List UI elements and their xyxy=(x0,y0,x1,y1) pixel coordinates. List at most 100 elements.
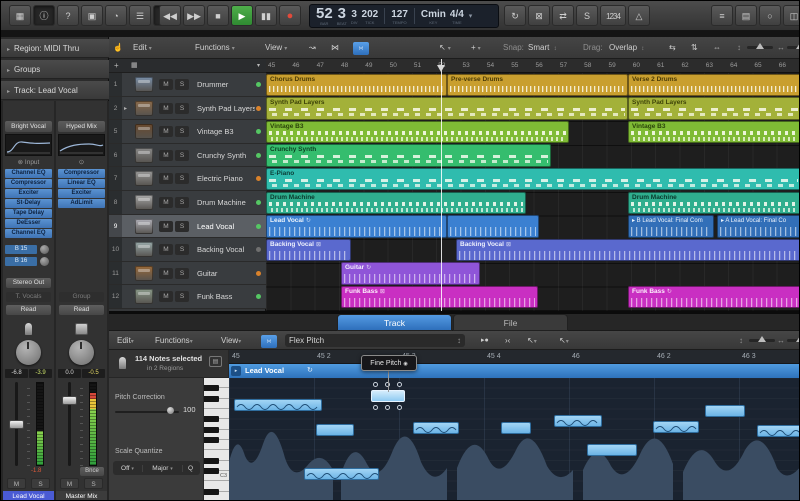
flex-pitch-note[interactable] xyxy=(554,415,602,427)
plugin-slot-compressor[interactable]: Compressor xyxy=(5,179,52,188)
stop-button[interactable]: ■ xyxy=(207,5,229,26)
mute-button[interactable]: M xyxy=(159,268,173,279)
mute-button[interactable]: M xyxy=(7,478,26,489)
piano-black-key[interactable] xyxy=(204,437,219,443)
edit-menu[interactable]: Edit▾ xyxy=(133,37,152,59)
send-knob[interactable] xyxy=(40,257,49,266)
zoom-tool-icon[interactable]: ⇆ xyxy=(669,37,676,59)
drag-select[interactable]: Overlap ↕ xyxy=(609,37,644,59)
eq-thumbnail[interactable] xyxy=(58,134,105,156)
flex-pitch-note[interactable] xyxy=(587,444,637,456)
flex-pitch-note[interactable] xyxy=(413,422,459,434)
lcd-chevron-icon[interactable]: ▾ xyxy=(469,12,473,20)
note-pads-button[interactable]: ▤ xyxy=(735,5,757,26)
region-synth-pad-layers[interactable]: Synth Pad Layers xyxy=(266,97,628,120)
horizontal-autozoom-icon[interactable]: ⇔ xyxy=(713,37,721,59)
list-editors-button[interactable]: ≡ xyxy=(711,5,733,26)
region-inspector-header[interactable]: ▸Region: MIDI Thru xyxy=(1,39,109,58)
region-chorus-drums[interactable]: Chorus Drums xyxy=(266,74,447,97)
automation-mode-button[interactable]: Read xyxy=(6,305,51,315)
plugin-slot-channel-eq[interactable]: Channel EQ xyxy=(5,229,52,238)
plugin-slot-exciter[interactable]: Exciter xyxy=(5,189,52,198)
horizontal-zoom-slider[interactable] xyxy=(787,339,800,342)
input-slot[interactable]: ⊙ xyxy=(58,158,105,167)
volume-value[interactable]: -6.8 xyxy=(5,369,28,378)
region-backing-vocal[interactable]: Backing Vocal⊠ xyxy=(456,239,800,262)
pan-knob[interactable] xyxy=(69,340,94,365)
automation-icon[interactable]: ↝ xyxy=(309,37,316,59)
region-e-piano[interactable]: E-Piano xyxy=(266,168,800,191)
catch-playhead-icon[interactable]: ▸● xyxy=(481,331,489,350)
note-hotspot[interactable] xyxy=(373,382,378,387)
track-header-drummer[interactable]: 1MSDrummer xyxy=(109,73,266,97)
volume-fader[interactable] xyxy=(68,382,71,466)
autopunch-button[interactable]: ⊠ xyxy=(528,5,550,26)
vertical-zoom-slider[interactable] xyxy=(749,339,775,342)
piano-black-key[interactable] xyxy=(204,396,219,402)
catch-hand-icon[interactable]: ☝ xyxy=(113,37,123,59)
volume-value[interactable]: 0.0 xyxy=(58,369,81,378)
solo-button[interactable]: S xyxy=(175,79,189,90)
region-backing-vocal[interactable]: Backing Vocal⊠ xyxy=(266,239,351,262)
region-a-lead-vocal-final-co[interactable]: ▸ A Lead Vocal: Final Co xyxy=(717,215,800,238)
record-button[interactable]: ● xyxy=(279,5,301,26)
flex-tool-icon[interactable]: ›‹ xyxy=(505,331,510,350)
view-menu[interactable]: View▾ xyxy=(221,331,241,350)
send-slot-b-15[interactable]: B 15 xyxy=(5,245,52,255)
mute-button[interactable]: M xyxy=(159,291,173,302)
track-header-backing-vocal[interactable]: 10MSBacking Vocal xyxy=(109,238,266,262)
flex-mode-select[interactable]: Flex Pitch↕ xyxy=(285,331,465,350)
region-verse-2-drums[interactable]: Verse 2 Drums xyxy=(628,74,800,97)
flex-pitch-note[interactable] xyxy=(653,421,699,433)
plugin-slot-exciter[interactable]: Exciter xyxy=(58,189,105,198)
metronome-button[interactable]: △ xyxy=(628,5,650,26)
rewind-button[interactable]: ◀◀ xyxy=(159,5,181,26)
plugin-slot-deesser[interactable]: DeEsser xyxy=(5,219,52,228)
inspector-button[interactable]: ⓘ xyxy=(33,5,55,26)
region-vintage-b3[interactable]: Vintage B3 xyxy=(266,121,569,144)
groups-inspector-header[interactable]: ▸Groups xyxy=(1,60,109,79)
track-header-guitar[interactable]: 11MSGuitar xyxy=(109,262,266,286)
region-synth-pad-layers[interactable]: Synth Pad Layers xyxy=(628,97,800,120)
playhead[interactable] xyxy=(441,59,442,311)
bounce-button[interactable]: Bnce xyxy=(80,467,104,476)
eq-thumbnail[interactable] xyxy=(5,134,52,156)
group-slot[interactable]: T. Vocals xyxy=(6,292,51,302)
apple-loops-button[interactable]: ○ xyxy=(759,5,781,26)
mute-button[interactable]: M xyxy=(159,79,173,90)
piano-black-key[interactable] xyxy=(204,416,219,422)
note-hotspot[interactable] xyxy=(373,405,378,410)
solo-button[interactable]: S xyxy=(175,150,189,161)
send-knob[interactable] xyxy=(40,245,49,254)
channel-name-plate[interactable]: Lead Vocal xyxy=(3,491,54,501)
track-header-vintage-b3[interactable]: 5MSVintage B3 xyxy=(109,120,266,144)
plugin-slot-channel-eq[interactable]: Channel EQ xyxy=(5,169,52,178)
lcd-display[interactable]: 52BAR 3BEAT 3DIV 202TICK 127TEMPO CminKE… xyxy=(309,4,499,28)
track-header-lead-vocal[interactable]: 9MSLead Vocal xyxy=(109,215,266,239)
piano-black-key[interactable] xyxy=(204,468,219,474)
plugin-slot-compressor[interactable]: Compressor xyxy=(58,169,105,178)
track-header-synth-pad-layers[interactable]: 2▸MSSynth Pad Layers xyxy=(109,97,266,121)
solo-button[interactable]: S xyxy=(175,268,189,279)
piano-black-key[interactable] xyxy=(204,427,219,433)
solo-button[interactable]: S xyxy=(175,244,189,255)
keyboard-panel-icon[interactable]: ▤ xyxy=(209,356,222,367)
flex-pitch-note[interactable] xyxy=(234,399,322,411)
mute-button[interactable]: M xyxy=(159,150,173,161)
crossfade-drag-icon[interactable]: ⋈ xyxy=(331,37,339,59)
scale-root-select[interactable]: Off ▾ xyxy=(113,465,143,472)
fader-cap[interactable] xyxy=(9,420,24,429)
play-button[interactable]: ▶ xyxy=(231,5,253,26)
flex-mode-button[interactable]: ›‹ xyxy=(261,331,277,350)
solo-button[interactable]: S xyxy=(31,478,50,489)
track-header-funk-bass[interactable]: 12MSFunk Bass xyxy=(109,285,266,309)
flex-pitch-canvas[interactable] xyxy=(229,378,800,501)
region-vintage-b3[interactable]: Vintage B3 xyxy=(628,121,800,144)
piano-black-key[interactable] xyxy=(204,385,219,391)
piano-black-key[interactable] xyxy=(204,458,219,464)
solo-button[interactable]: S xyxy=(175,197,189,208)
flex-pitch-note[interactable] xyxy=(316,424,354,436)
mute-button[interactable]: M xyxy=(159,221,173,232)
cycle-button[interactable]: ↻ xyxy=(504,5,526,26)
solo-button[interactable]: S xyxy=(175,221,189,232)
